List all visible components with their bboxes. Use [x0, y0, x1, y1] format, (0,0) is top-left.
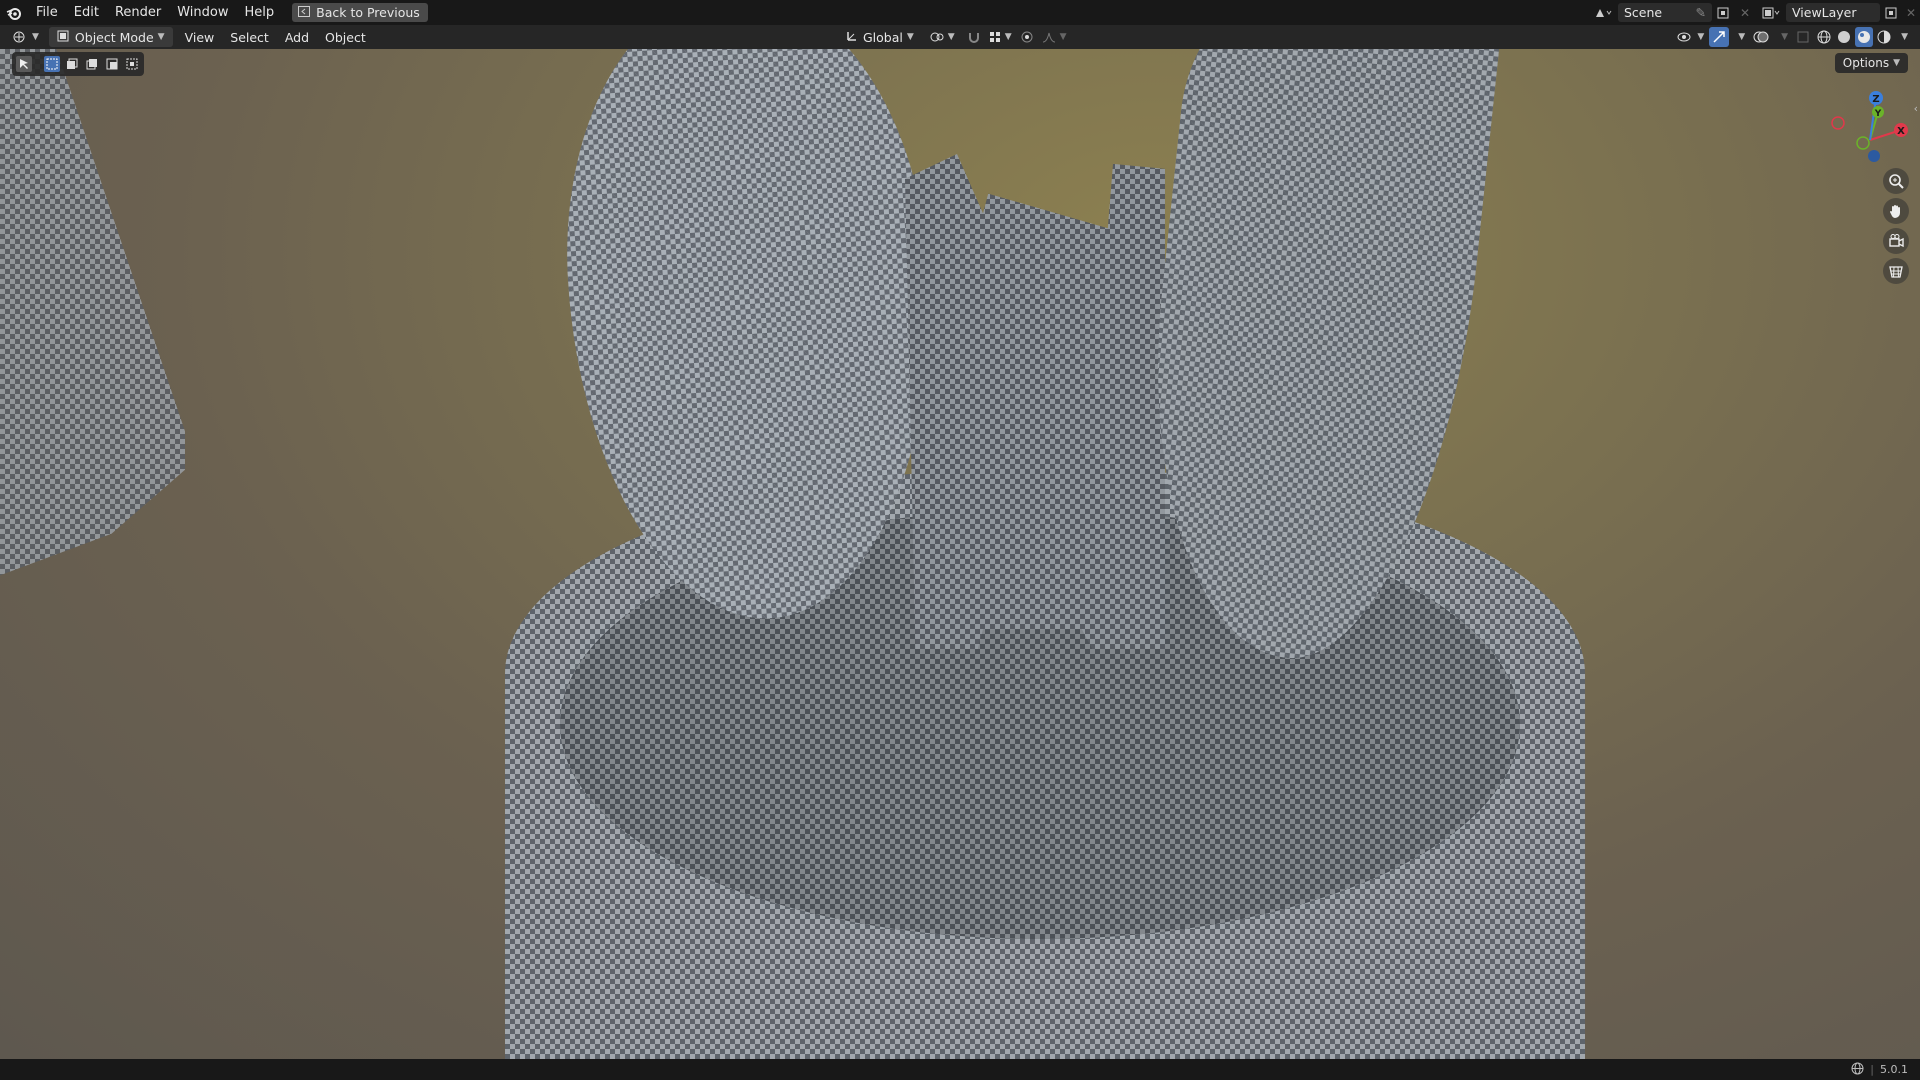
menu-render[interactable]: Render [107, 0, 169, 25]
new-scene-icon[interactable] [1712, 3, 1734, 22]
scene-name-field[interactable]: Scene ✎ [1618, 3, 1712, 22]
chevron-down-icon: ▼ [1697, 32, 1705, 42]
chevron-down-icon: ▼ [906, 32, 914, 42]
status-separator: | [1870, 1063, 1874, 1076]
menu-view[interactable]: View [177, 27, 223, 47]
top-menu-bar: File Edit Render Window Help Back to Pre… [0, 0, 1920, 25]
menu-object[interactable]: Object [317, 27, 374, 47]
chevron-down-icon: ▼ [1901, 32, 1908, 42]
chevron-down-icon: ▼ [947, 32, 955, 42]
back-to-previous-button[interactable]: Back to Previous [292, 3, 428, 22]
pivot-point-icon[interactable]: ▼ [922, 27, 963, 47]
camera-icon[interactable] [1883, 228, 1909, 254]
ortho-grid-icon[interactable] [1883, 258, 1909, 284]
scene-browse-icon[interactable] [1588, 3, 1618, 22]
chevron-down-icon: ▼ [1004, 32, 1012, 42]
select-extend-icon[interactable] [64, 56, 80, 72]
cursor-tool-icon[interactable] [16, 56, 32, 72]
falloff-icon[interactable]: ▼ [1038, 27, 1071, 47]
menu-file[interactable]: File [28, 0, 66, 25]
viewlayer-browse-icon[interactable] [1756, 3, 1786, 22]
gizmo-neg-x-axis[interactable] [1831, 116, 1845, 130]
chevron-down-icon: ▼ [1893, 58, 1900, 68]
orientation-label: Global [863, 29, 903, 45]
shading-dropdown-icon[interactable]: ▼ [1895, 27, 1910, 47]
pin-icon[interactable]: ✎ [1696, 5, 1706, 20]
mode-label: Object Mode [74, 29, 154, 45]
scene-name-label: Scene [1624, 5, 1663, 20]
chevron-down-icon: ▼ [32, 32, 39, 42]
pan-hand-icon[interactable] [1883, 198, 1909, 224]
chevron-down-icon: ▼ [1781, 32, 1789, 42]
object-mode-icon [57, 30, 69, 45]
status-bar: | 5.0.1 [0, 1059, 1920, 1080]
gizmo-z-label: Z [1872, 94, 1879, 105]
xray-toggle-icon[interactable] [1793, 27, 1813, 47]
new-viewlayer-icon[interactable] [1880, 3, 1902, 22]
material-preview-shading-icon[interactable] [1855, 27, 1874, 47]
orientation-icon [846, 30, 858, 45]
menu-help[interactable]: Help [237, 0, 283, 25]
blender-logo-icon[interactable] [0, 0, 28, 25]
select-intersect-icon[interactable] [124, 56, 140, 72]
delete-viewlayer-icon[interactable]: ✕ [1902, 3, 1920, 22]
gizmo-neg-y-axis[interactable] [1856, 136, 1870, 150]
gizmo-y-label: Y [1874, 109, 1882, 119]
menu-edit[interactable]: Edit [66, 0, 107, 25]
options-label: Options [1842, 56, 1890, 70]
chevron-down-icon: ▼ [157, 32, 165, 42]
sidebar-toggle-icon[interactable]: ‹ [1914, 102, 1918, 115]
select-invert-icon[interactable] [104, 56, 120, 72]
proportional-edit-icon[interactable] [1016, 27, 1038, 47]
gizmo-neg-z-axis[interactable] [1868, 150, 1880, 162]
navigation-gizmo[interactable]: X Y Z [1830, 86, 1910, 166]
menu-select[interactable]: Select [222, 27, 277, 47]
cone-object[interactable] [0, 49, 185, 598]
network-globe-icon[interactable] [1851, 1062, 1864, 1078]
top-right-controls: Scene ✎ ✕ ViewLayer ✕ [1588, 0, 1920, 25]
chevron-down-icon: ▼ [1059, 32, 1067, 42]
gizmo-x-label: X [1897, 126, 1905, 137]
gizmo-dropdown-icon[interactable]: ▼ [1731, 27, 1748, 47]
snap-toggle-icon[interactable] [963, 27, 985, 47]
select-new-icon[interactable] [44, 56, 60, 72]
mode-dropdown[interactable]: Object Mode ▼ [48, 27, 173, 47]
3d-viewport[interactable] [0, 49, 1920, 1059]
transform-controls: Global ▼ ▼ ▼ ▼ [838, 27, 1071, 47]
menu-add[interactable]: Add [277, 27, 317, 47]
viewlayer-name-field[interactable]: ViewLayer [1786, 3, 1880, 22]
delete-scene-icon[interactable]: ✕ [1734, 3, 1756, 22]
version-label: 5.0.1 [1880, 1063, 1908, 1076]
visibility-selectability-icon[interactable]: ▼ [1674, 27, 1707, 47]
rendered-shading-icon[interactable] [1875, 27, 1893, 47]
viewport-header: ▼ Object Mode ▼ View Select Add Object G… [0, 25, 1920, 49]
chevron-down-icon: ▼ [1738, 32, 1746, 42]
back-icon [298, 5, 311, 20]
wireframe-shading-icon[interactable] [1815, 27, 1833, 47]
snap-element-icon[interactable]: ▼ [985, 27, 1016, 47]
solid-shading-icon[interactable] [1835, 27, 1853, 47]
menu-window[interactable]: Window [169, 0, 236, 25]
overlays-dropdown-icon[interactable]: ▼ [1774, 27, 1791, 47]
zoom-icon[interactable] [1883, 168, 1909, 194]
options-dropdown[interactable]: Options ▼ [1834, 53, 1908, 73]
editor-type-icon[interactable]: ▼ [0, 27, 45, 47]
gizmo-toggle-icon[interactable] [1709, 27, 1730, 47]
overlays-toggle-icon[interactable] [1750, 27, 1772, 47]
select-subtract-icon[interactable] [84, 56, 100, 72]
viewport-shading-controls: ▼ ▼ ▼ ▼ [1674, 27, 1910, 47]
central-block-object[interactable] [905, 154, 1165, 649]
transform-orientation-dropdown[interactable]: Global ▼ [838, 27, 922, 47]
version-indicator: | 5.0.1 [1851, 1062, 1920, 1078]
viewlayer-name-label: ViewLayer [1792, 5, 1857, 20]
select-mode-toolbar [12, 52, 144, 76]
back-to-previous-label: Back to Previous [316, 5, 420, 20]
